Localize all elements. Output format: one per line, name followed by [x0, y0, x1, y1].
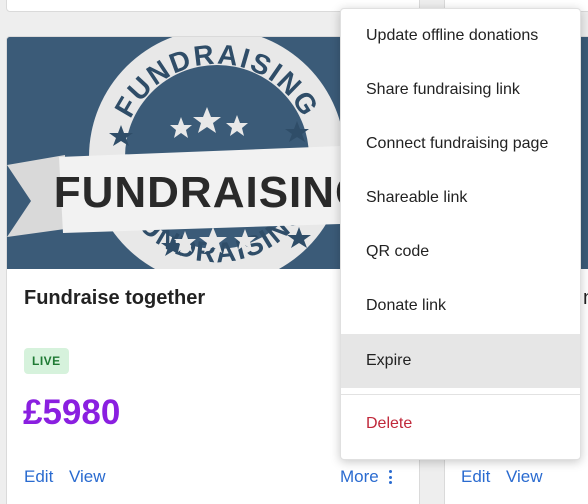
page: FUNDRAISING FUNDRAISING	[0, 0, 588, 504]
menu-item-shareable-link[interactable]: Shareable link	[341, 171, 580, 225]
more-actions-menu: Update offline donations Share fundraisi…	[340, 8, 581, 460]
menu-divider	[341, 394, 580, 395]
menu-item-donate-link[interactable]: Donate link	[341, 279, 580, 333]
menu-item-expire[interactable]: Expire	[341, 334, 580, 388]
next-view-link[interactable]: View	[506, 467, 543, 487]
next-campaign-title-fragment: n	[583, 287, 588, 310]
menu-item-update-offline-donations[interactable]: Update offline donations	[341, 9, 580, 63]
view-link[interactable]: View	[69, 467, 106, 487]
more-button[interactable]: More	[340, 467, 393, 487]
edit-link[interactable]: Edit	[24, 467, 53, 487]
menu-item-connect-fundraising-page[interactable]: Connect fundraising page	[341, 117, 580, 171]
menu-item-delete[interactable]: Delete	[341, 397, 580, 451]
campaign-title: Fundraise together	[24, 287, 206, 309]
status-badge: LIVE	[24, 348, 69, 374]
next-edit-link[interactable]: Edit	[461, 467, 490, 487]
menu-item-qr-code[interactable]: QR code	[341, 225, 580, 279]
banner-main-text: FUNDRAISING	[54, 168, 371, 217]
kebab-menu-icon	[388, 470, 393, 484]
menu-item-share-fundraising-link[interactable]: Share fundraising link	[341, 63, 580, 117]
amount-raised: £5980	[23, 393, 121, 432]
more-label: More	[340, 467, 379, 486]
